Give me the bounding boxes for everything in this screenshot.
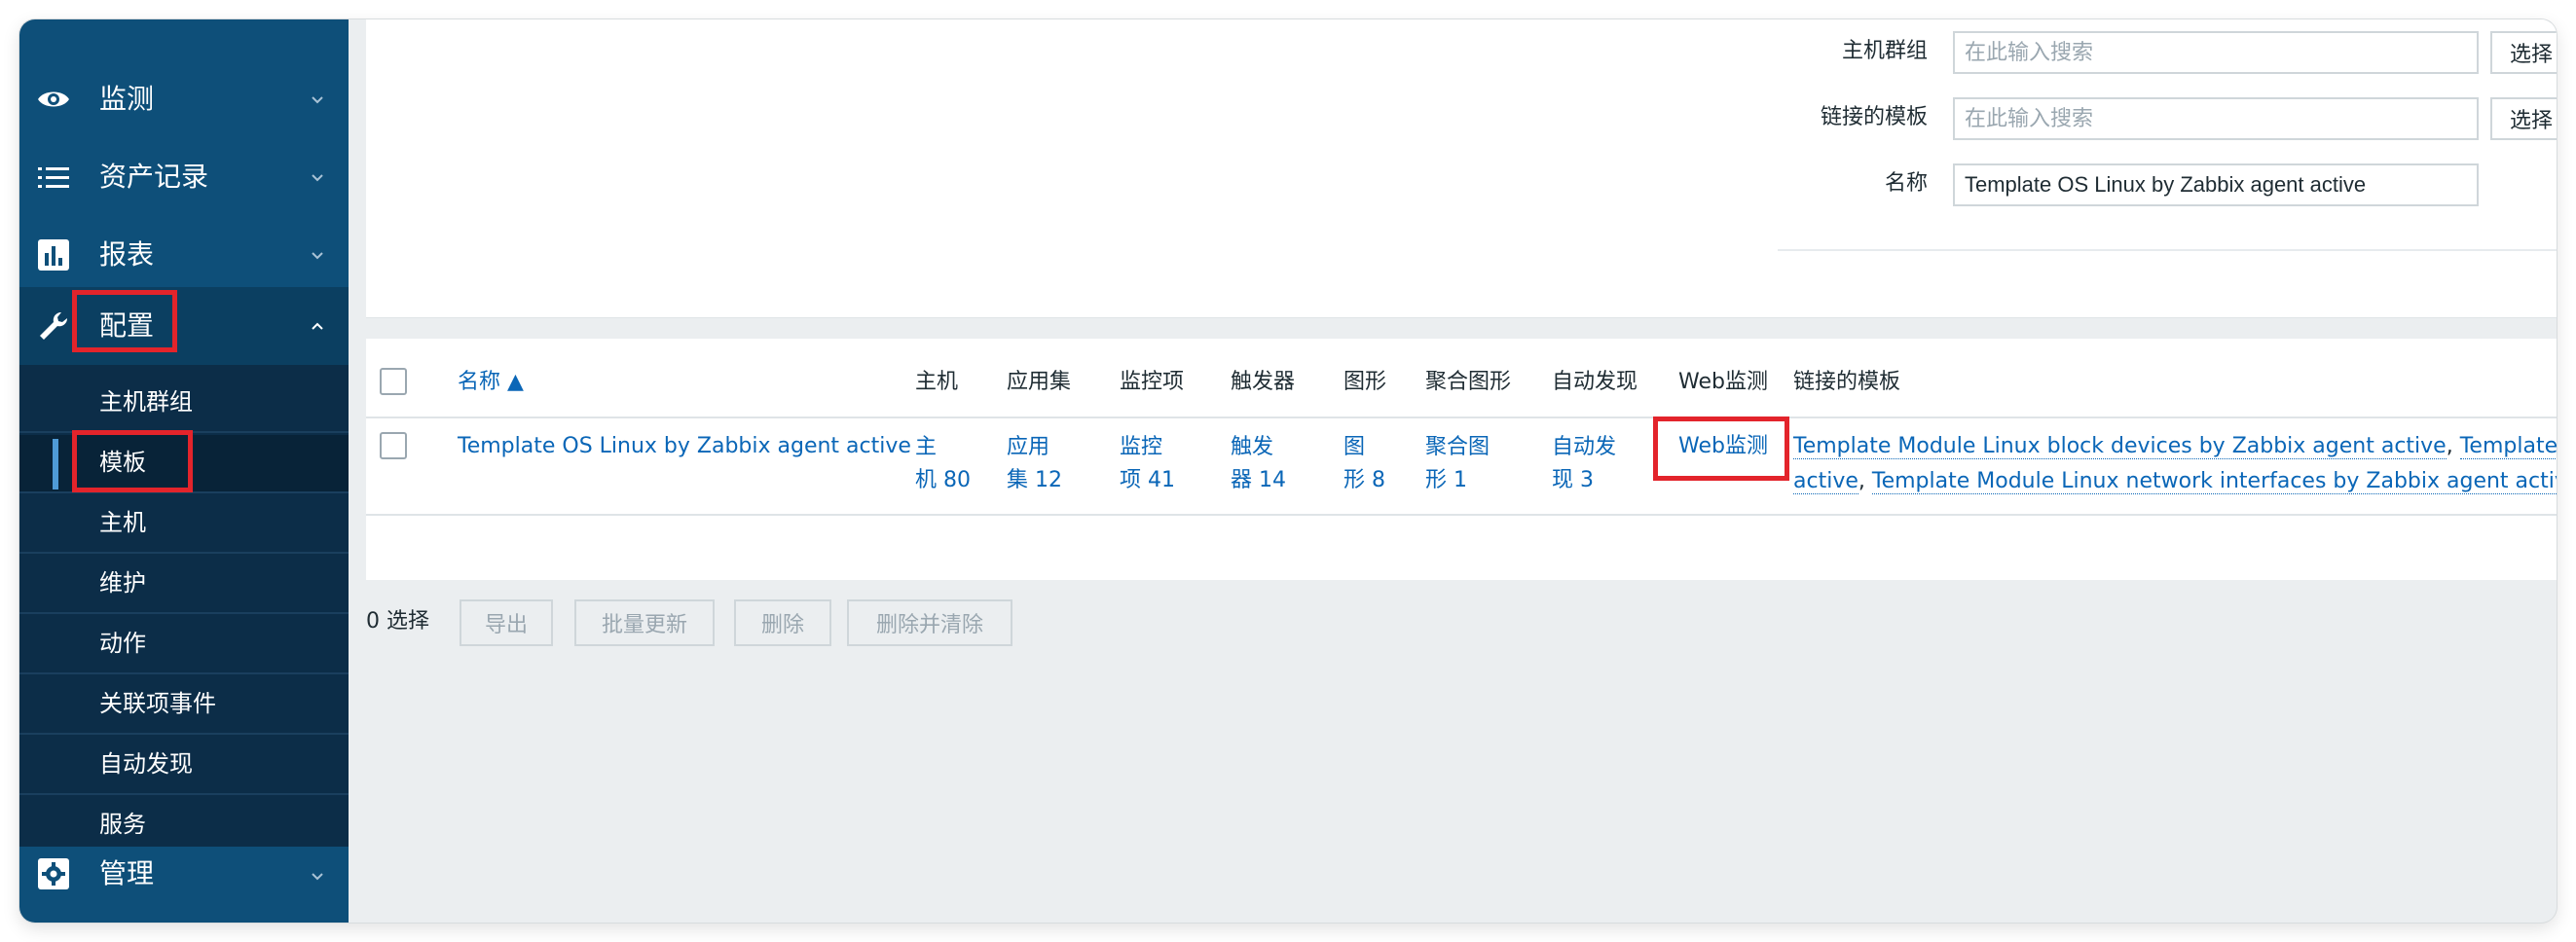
column-header-screens: 聚合图形 [1425,370,1512,394]
submenu-host-groups[interactable]: 主机群组 [19,375,349,433]
nav-configuration[interactable]: 配置 [19,287,349,365]
discovery-link-line1[interactable]: 自动发 [1552,430,1616,465]
column-header-discovery: 自动发现 [1552,370,1638,394]
screens-link-line1[interactable]: 聚合图 [1425,430,1490,465]
submenu-label: 关联项事件 [99,690,216,717]
linked-template-link[interactable]: active [1793,469,1858,494]
linked-templates-label: 链接的模板 [1820,105,1928,129]
export-button[interactable]: 导出 [460,599,553,646]
mass-update-button[interactable]: 批量更新 [574,599,715,646]
name-input[interactable] [1953,163,2479,206]
nav-administration[interactable]: 管理 [19,849,349,923]
submenu-hosts[interactable]: 主机 [19,495,349,554]
highlight-box [72,430,193,492]
nav-monitoring-label: 监测 [99,83,155,115]
discovery-link-line2[interactable]: 现 3 [1552,463,1594,498]
linked-templates-line2: active, Template Module Linux network in… [1793,465,2557,498]
submenu-label: 服务 [99,811,146,838]
submenu-label: 主机 [99,509,146,536]
column-header-name[interactable]: 名称 ▲ [458,366,524,399]
column-header-graphs: 图形 [1343,370,1387,394]
host-group-label: 主机群组 [1841,39,1928,63]
separator: , [1858,469,1872,493]
filter-panel: 主机群组 选择 链接的模板 选择 名称 [366,19,2557,318]
header-divider [366,417,2557,418]
host-group-input[interactable] [1953,31,2479,74]
template-name-link[interactable]: Template OS Linux by Zabbix agent active [458,430,911,463]
submenu-label: 维护 [99,569,146,597]
highlight-box [1653,417,1789,481]
graphs-link-line1[interactable]: 图 [1343,430,1365,465]
submenu-label: 自动发现 [99,750,193,778]
column-header-triggers: 触发器 [1231,370,1296,394]
chevron-down-icon [312,174,323,182]
filter-divider [1778,249,2557,251]
submenu-discovery[interactable]: 自动发现 [19,737,349,795]
submenu-label: 主机群组 [99,388,193,416]
row-checkbox[interactable] [380,432,407,459]
app-window: 监测 资产记录 报表 配置 主机群组 模板 主机 维护 动作 关联项事件 自动发… [19,19,2557,923]
name-label: 名称 [1884,171,1928,196]
submenu-maintenance[interactable]: 维护 [19,556,349,614]
delete-button[interactable]: 删除 [734,599,831,646]
column-header-applications: 应用集 [1007,370,1072,394]
chevron-down-icon [312,252,323,260]
hosts-link-line1[interactable]: 主 [915,430,937,465]
gear-icon [38,858,69,889]
row-divider [366,514,2557,516]
submenu-actions[interactable]: 动作 [19,616,349,674]
eye-icon [38,91,69,107]
templates-table: 名称 ▲ 主机 应用集 监控项 触发器 图形 聚合图形 自动发现 Web监测 链… [366,339,2557,580]
chevron-down-icon [312,96,323,104]
separator: , [2446,434,2460,458]
linked-templates-choose-button[interactable]: 选择 [2490,97,2557,140]
chevron-down-icon [312,873,323,881]
submenu-label: 动作 [99,630,146,657]
nav-reports[interactable]: 报表 [19,216,349,294]
wrench-icon [40,311,68,340]
sidebar: 监测 资产记录 报表 配置 主机群组 模板 主机 维护 动作 关联项事件 自动发… [19,19,349,923]
items-link-line1[interactable]: 监控 [1120,430,1162,465]
nav-reports-label: 报表 [99,238,155,271]
nav-inventory[interactable]: 资产记录 [19,138,349,216]
linked-template-link[interactable]: Template Mod [2459,434,2557,459]
chevron-up-icon [312,322,323,330]
graphs-link-line2[interactable]: 形 8 [1343,463,1385,498]
column-header-items: 监控项 [1120,370,1185,394]
linked-template-link[interactable]: Template Module Linux block devices by Z… [1793,434,2447,459]
nav-administration-label: 管理 [99,857,155,889]
applications-link-line2[interactable]: 集 12 [1007,463,1062,498]
linked-template-link[interactable]: Template Module Linux network interfaces… [1871,469,2557,494]
list-icon [38,167,69,188]
column-header-linked-templates: 链接的模板 [1793,370,1901,394]
linked-templates-line1: Template Module Linux block devices by Z… [1793,430,2557,463]
submenu-event-correlation[interactable]: 关联项事件 [19,676,349,735]
highlight-box [72,290,177,352]
applications-link-line1[interactable]: 应用 [1007,430,1049,465]
nav-monitoring[interactable]: 监测 [19,60,349,138]
delete-and-clear-button[interactable]: 删除并清除 [847,599,1012,646]
column-header-web: Web监测 [1678,370,1768,394]
linked-templates-input[interactable] [1953,97,2479,140]
hosts-link-line2[interactable]: 机 80 [915,463,971,498]
column-header-hosts: 主机 [915,370,959,394]
items-link-line2[interactable]: 项 41 [1120,463,1175,498]
triggers-link-line1[interactable]: 触发 [1231,430,1273,465]
submenu-services[interactable]: 服务 [19,797,349,855]
nav-inventory-label: 资产记录 [99,161,209,193]
host-group-choose-button[interactable]: 选择 [2490,31,2557,74]
screens-link-line2[interactable]: 形 1 [1425,463,1467,498]
active-indicator [53,439,58,489]
selected-count: 0 选择 [366,609,429,634]
triggers-link-line2[interactable]: 器 14 [1231,463,1286,498]
select-all-checkbox[interactable] [380,368,407,395]
bar-chart-icon [38,239,69,271]
